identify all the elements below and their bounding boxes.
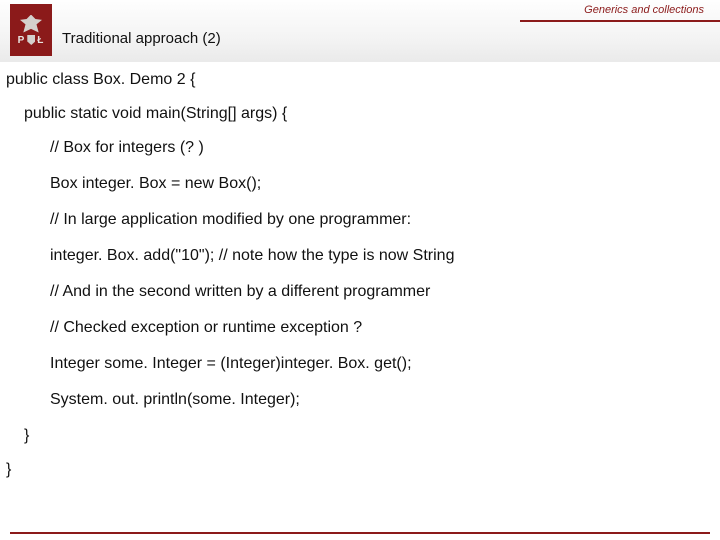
code-line: public static void main(String[] args) {: [24, 106, 720, 122]
code-line: // Box for integers (? ): [50, 140, 720, 156]
code-line: // In large application modified by one …: [50, 212, 720, 228]
topic-underline: [520, 20, 720, 22]
eagle-icon: [20, 15, 42, 33]
code-line: System. out. println(some. Integer);: [50, 392, 720, 408]
university-logo: P Ł: [10, 4, 52, 56]
slide-title: Traditional approach (2): [62, 30, 221, 47]
logo-letter-left: P: [18, 35, 26, 46]
topic-label: Generics and collections: [584, 4, 704, 16]
footer-divider: [10, 532, 710, 534]
code-line: Box integer. Box = new Box();: [50, 176, 720, 192]
code-content: public class Box. Demo 2 { public static…: [0, 62, 720, 478]
code-line: }: [6, 462, 720, 478]
code-line: integer. Box. add("10"); // note how the…: [50, 248, 720, 264]
shield-icon: [27, 35, 35, 45]
code-line: public class Box. Demo 2 {: [6, 72, 720, 88]
code-line: Integer some. Integer = (Integer)integer…: [50, 356, 720, 372]
logo-letter-right: Ł: [37, 35, 44, 46]
code-line: // Checked exception or runtime exceptio…: [50, 320, 720, 336]
slide-header: P Ł Traditional approach (2) Generics an…: [0, 0, 720, 62]
logo-text: P Ł: [18, 35, 45, 46]
code-line: // And in the second written by a differ…: [50, 284, 720, 300]
code-line: }: [24, 428, 720, 444]
